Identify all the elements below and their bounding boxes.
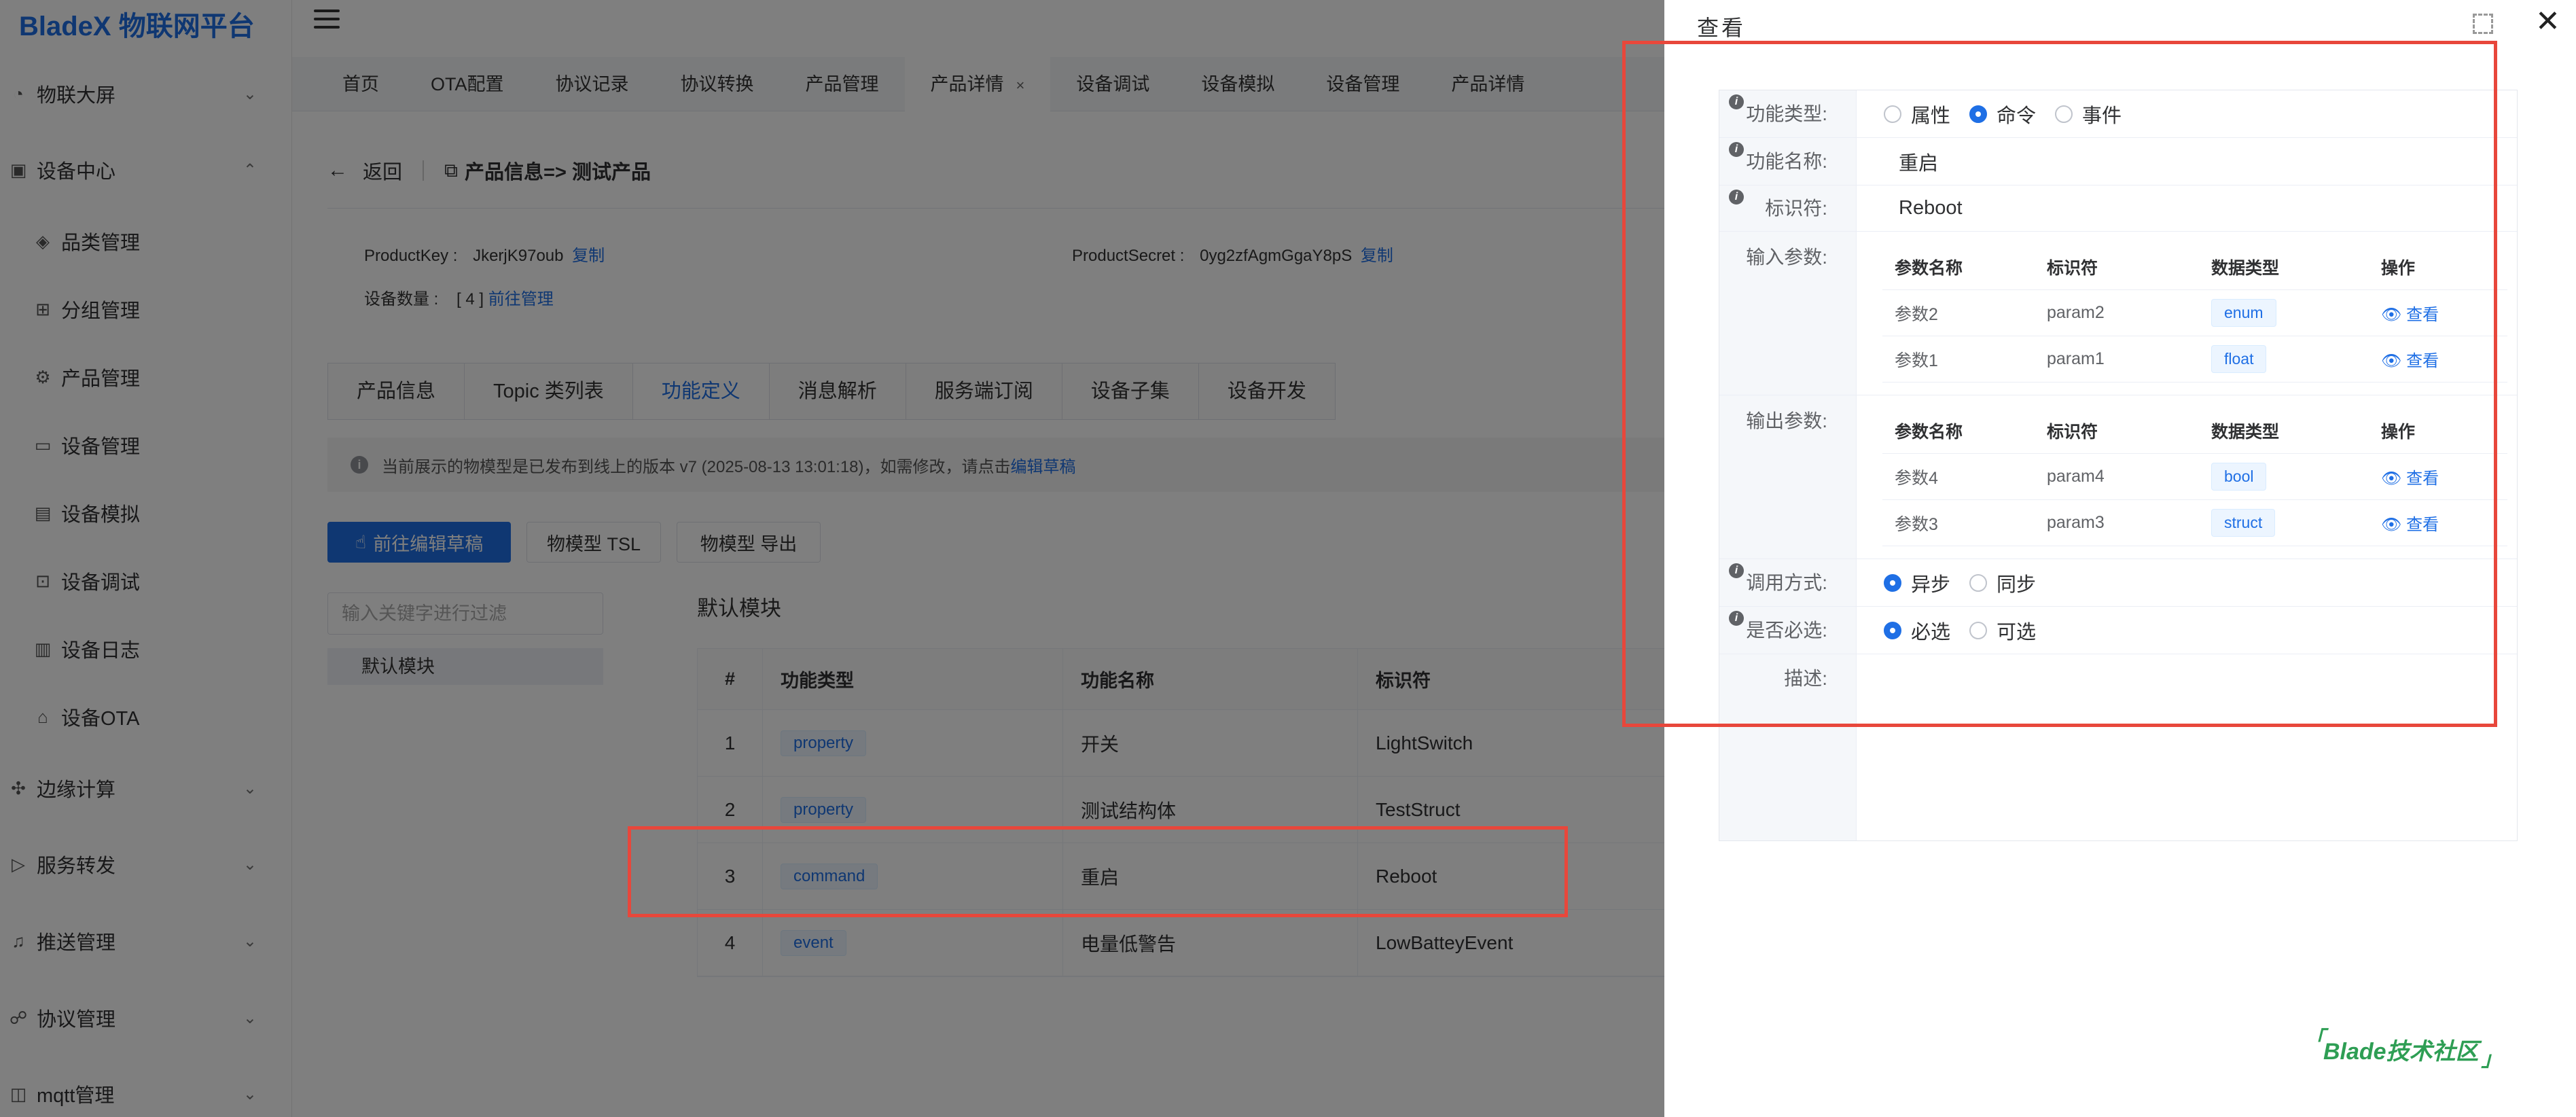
close-icon[interactable]: ✕ — [2535, 7, 2560, 37]
highlight-box-row — [628, 826, 1568, 917]
watermark-logo: Blade技术社区 — [2304, 1022, 2501, 1072]
view-drawer: 查看 ✕ i 功能类型: 属性 命令 事件 i 功能名称: 重启 i 标识符: Re… — [1622, 0, 2576, 1117]
highlight-box-drawer — [1622, 41, 2497, 727]
drawer-title: 查看 — [1697, 16, 1747, 40]
fullscreen-icon[interactable] — [2473, 14, 2493, 34]
